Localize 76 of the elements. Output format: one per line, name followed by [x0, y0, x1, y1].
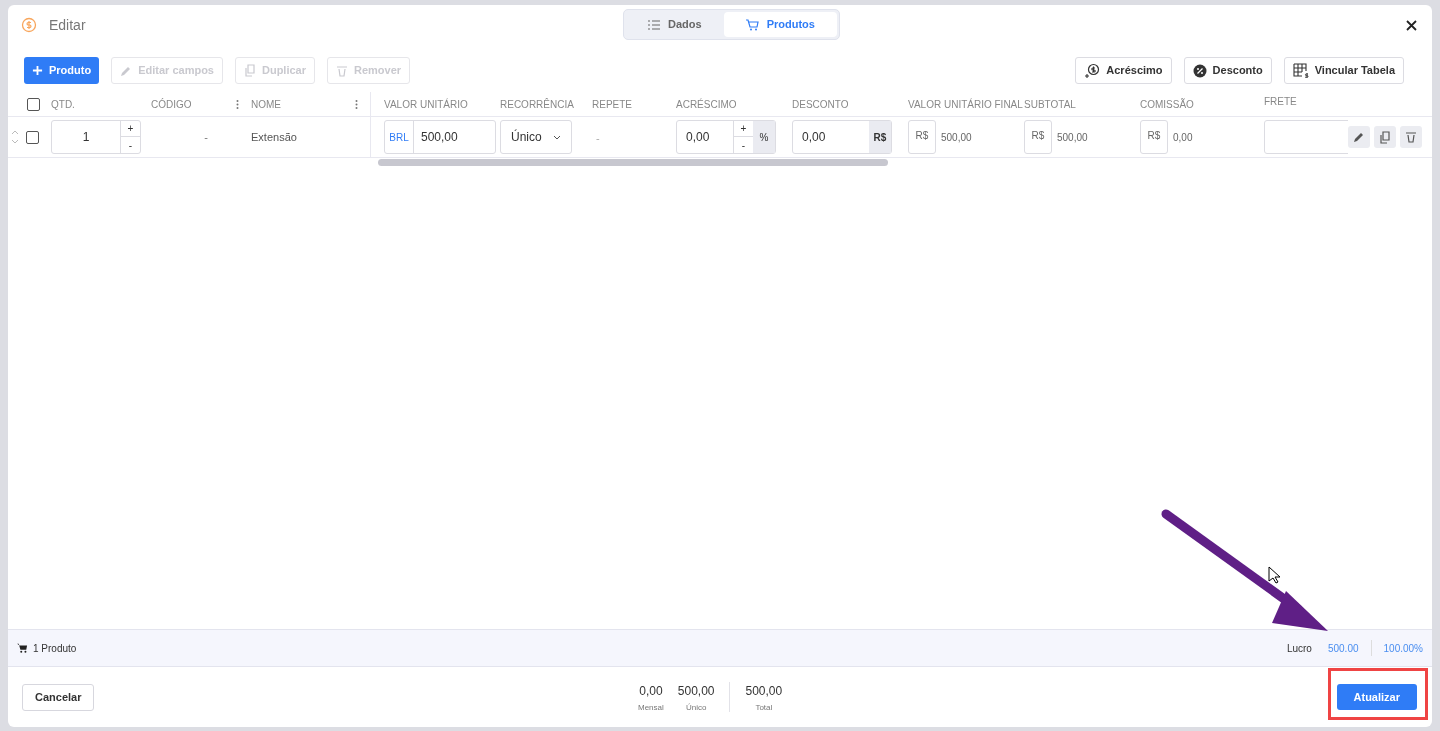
close-icon[interactable] [1406, 20, 1417, 31]
mouse-cursor-icon [1268, 566, 1280, 584]
coin-plus-icon [1084, 62, 1101, 79]
scrollbar[interactable] [378, 158, 888, 166]
discount-badge-icon [1192, 63, 1207, 78]
total-value: 500,00 [745, 683, 783, 700]
cart-icon [17, 643, 28, 653]
trash-icon [1405, 131, 1417, 143]
unit-label: % [753, 121, 775, 153]
column-header: QTD. [51, 97, 75, 112]
chevron-down-icon [553, 134, 561, 140]
price-field[interactable]: BRL 500,00 [384, 120, 496, 154]
coin-icon [21, 17, 37, 33]
column-header: VALOR UNITÁRIO FINAL [908, 97, 1023, 112]
column-header: RECORRÊNCIA [500, 97, 574, 112]
pencil-icon [120, 64, 133, 77]
column-header: SUBTOTAL [1024, 97, 1076, 112]
total-value: 0,00 [639, 683, 663, 700]
plus-icon [32, 65, 43, 76]
currency-label: BRL [385, 121, 414, 153]
unit-label: R$ [869, 121, 891, 153]
quantity-field[interactable]: 1 + - [51, 120, 141, 154]
tab[interactable]: Dados [626, 12, 724, 37]
column-header: CÓDIGO [151, 97, 192, 112]
table-cell-text: 0,00 [1173, 130, 1193, 145]
cancel-button[interactable]: Cancelar [22, 683, 95, 711]
toolbar-button[interactable]: Acréscimo [1075, 57, 1172, 84]
increase-field[interactable]: 0,00 + - % [676, 120, 776, 154]
toolbar-button[interactable]: Vincular Tabela [1283, 57, 1404, 84]
list-icon [648, 19, 660, 30]
table-cell-text: 500,00 [1057, 130, 1088, 145]
trash-icon [336, 64, 348, 77]
total-label: Total [755, 702, 773, 714]
column-header: VALOR UNITÁRIO [384, 97, 468, 112]
column-header: DESCONTO [792, 97, 849, 112]
table-icon [1292, 62, 1309, 79]
profit-value: 500.00 [1327, 641, 1359, 656]
profit-label: Lucro [1286, 641, 1312, 656]
column-menu-icon[interactable] [355, 99, 358, 109]
window-title: Editar [49, 15, 86, 35]
column-header: REPETE [592, 97, 632, 112]
toolbar-button[interactable]: Produto [24, 57, 100, 84]
currency-prefix: R$ [1024, 120, 1052, 154]
recurrence-dropdown[interactable]: Único [500, 120, 572, 154]
increment-button[interactable]: + [121, 121, 140, 137]
delete-row-button[interactable] [1400, 126, 1422, 148]
copy-icon [244, 64, 256, 77]
total-label: Único [685, 702, 707, 714]
column-menu-icon[interactable] [236, 99, 239, 109]
copy-row-button[interactable] [1374, 126, 1396, 148]
tab[interactable]: Produtos [723, 12, 837, 37]
currency-prefix: R$ [1140, 120, 1168, 154]
table-cell-text: 500,00 [941, 130, 972, 145]
pencil-icon [1353, 131, 1365, 143]
column-header: NOME [251, 97, 281, 112]
cart-icon [745, 18, 759, 31]
decrement-button[interactable]: - [121, 137, 140, 153]
column-header: ACRÉSCIMO [676, 97, 737, 112]
discount-field[interactable]: 0,00 R$ [792, 120, 892, 154]
copy-icon [1379, 130, 1391, 144]
product-count: 1 Produto [33, 641, 77, 656]
column-header: FRETE [1264, 95, 1297, 109]
currency-prefix: R$ [908, 120, 936, 154]
toolbar-button[interactable]: Desconto [1183, 57, 1272, 84]
table-cell-text: - [204, 129, 208, 145]
update-button[interactable]: Atualizar [1336, 684, 1417, 710]
column-header: COMISSÃO [1140, 97, 1194, 112]
table-cell-text: Extensão [251, 129, 297, 145]
edit-row-button[interactable] [1348, 126, 1370, 148]
decrement-button[interactable]: - [734, 137, 753, 153]
profit-percent: 100.00% [1383, 641, 1423, 656]
checkbox[interactable] [26, 130, 39, 144]
table-cell: - [596, 132, 600, 144]
total-label: Mensal [638, 702, 664, 714]
checkbox[interactable] [27, 97, 40, 111]
total-value: 500,00 [677, 683, 715, 700]
